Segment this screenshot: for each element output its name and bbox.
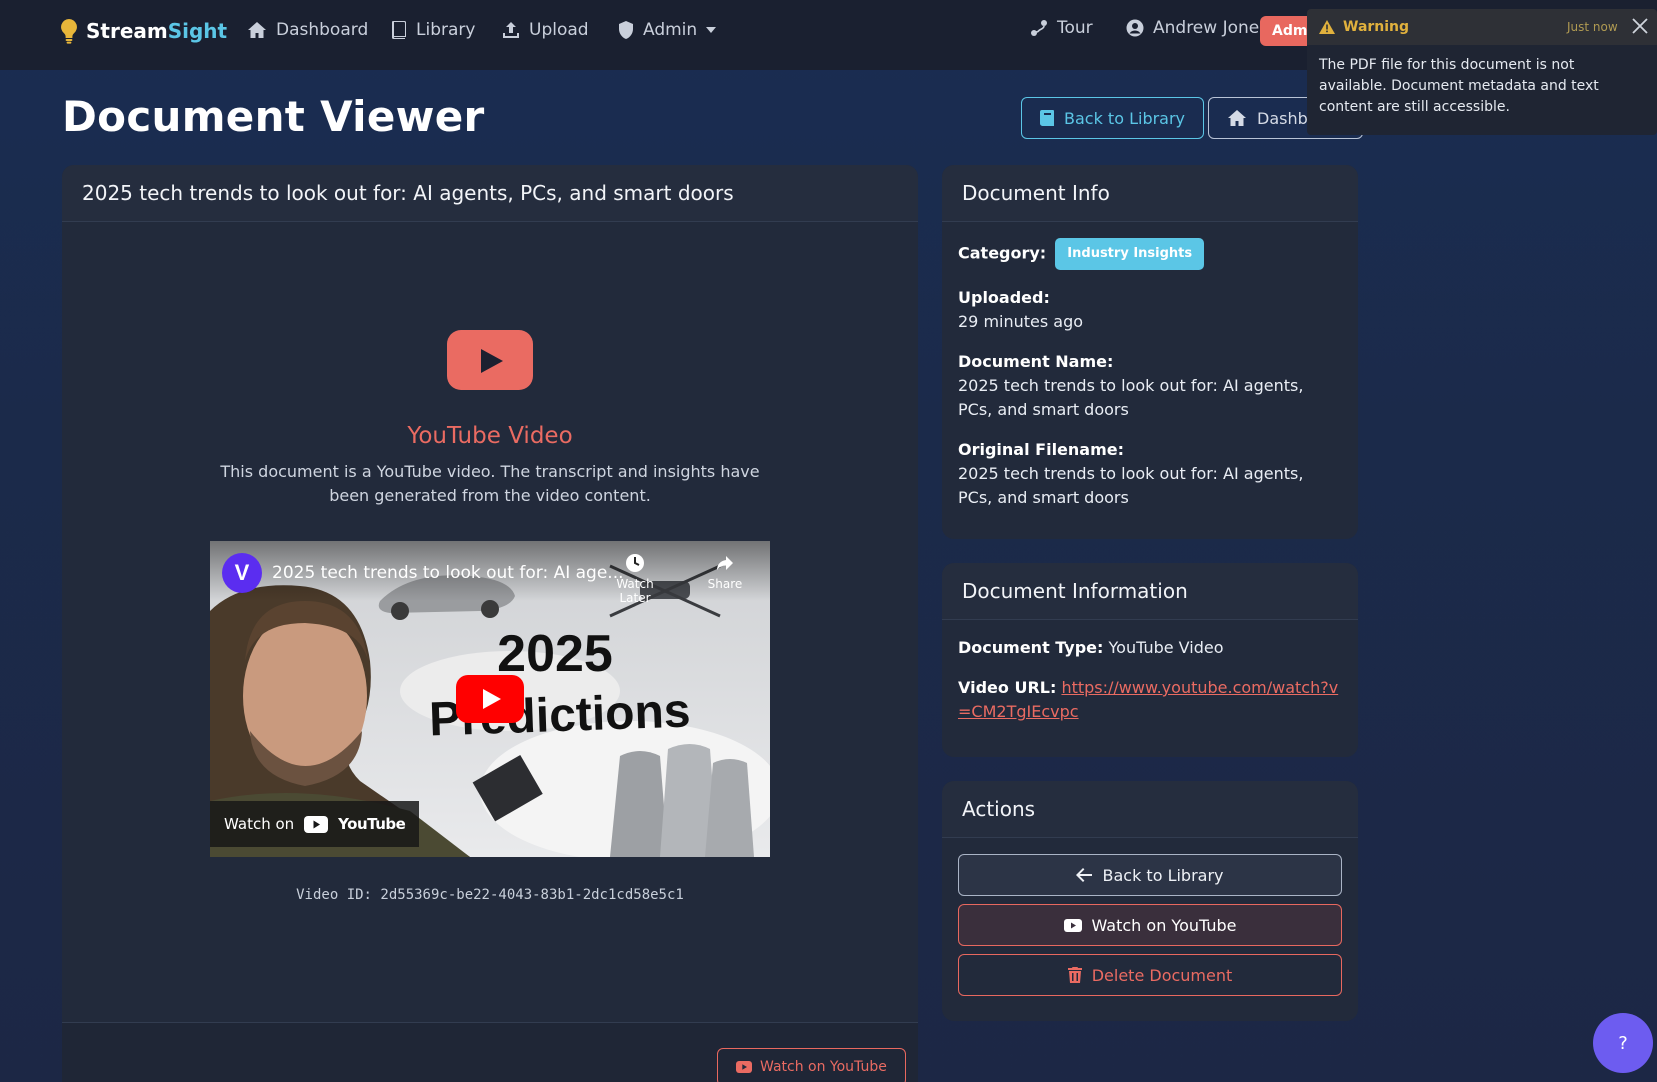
watch-later-button[interactable]: Watch Later <box>605 553 665 605</box>
youtube-icon <box>736 1061 752 1073</box>
category-row: Category: Industry Insights <box>958 238 1342 270</box>
media-type-title: YouTube Video <box>407 423 573 449</box>
original-filename-row: Original Filename: 2025 tech trends to l… <box>958 438 1342 510</box>
nav-library[interactable]: Library <box>391 20 475 40</box>
book-icon <box>392 21 406 39</box>
original-filename-value: 2025 tech trends to look out for: AI age… <box>958 464 1304 507</box>
document-info-header: Document Info <box>942 165 1358 222</box>
home-icon <box>1228 110 1246 126</box>
toast-timestamp: Just now <box>1567 20 1618 34</box>
header-back-to-library-label: Back to Library <box>1064 108 1186 128</box>
document-viewer-card: 2025 tech trends to look out for: AI age… <box>62 165 918 1082</box>
nav-user-menu[interactable]: Andrew Jones <box>1126 18 1268 38</box>
book-icon <box>1040 109 1054 126</box>
video-url-row: Video URL: https://www.youtube.com/watch… <box>958 676 1342 724</box>
video-id: Video ID: 2d55369c-be22-4043-83b1-2dc1cd… <box>296 887 684 903</box>
youtube-wordmark: YouTube <box>338 815 406 833</box>
brand-name-part1: Stream <box>86 19 168 43</box>
nav-library-label: Library <box>416 20 476 40</box>
channel-avatar[interactable]: V <box>222 553 262 593</box>
watch-later-label: Watch Later <box>616 577 654 605</box>
document-name-value: 2025 tech trends to look out for: AI age… <box>958 376 1304 419</box>
caret-down-icon <box>706 27 717 33</box>
share-button[interactable]: Share <box>705 553 745 591</box>
shield-icon <box>619 21 633 39</box>
close-icon[interactable] <box>1631 17 1649 35</box>
document-info-card: Document Info Category: Industry Insight… <box>942 165 1358 539</box>
action-watch-on-youtube-button[interactable]: Watch on YouTube <box>958 904 1342 946</box>
lightbulb-icon <box>61 19 77 44</box>
document-type-row: Document Type: YouTube Video <box>958 636 1342 660</box>
page-title: Document Viewer <box>62 92 485 141</box>
route-icon <box>1031 20 1047 36</box>
share-label: Share <box>707 577 743 591</box>
brand-name-part2: Sight <box>167 19 228 43</box>
youtube-embed-player[interactable]: 2025 Predictions V 2025 tech trends to l… <box>210 541 770 857</box>
watch-on-youtube-overlay[interactable]: Watch on YouTube <box>210 801 420 847</box>
arrow-left-icon <box>1076 868 1093 882</box>
video-url-label: Video URL: <box>958 678 1057 697</box>
action-back-to-library-label: Back to Library <box>1102 865 1224 885</box>
nav-tour-label: Tour <box>1057 18 1093 38</box>
header-back-to-library-button[interactable]: Back to Library <box>1021 97 1205 139</box>
warning-triangle-icon <box>1319 20 1335 34</box>
media-description: This document is a YouTube video. The tr… <box>220 462 760 505</box>
nav-dashboard-label: Dashboard <box>276 20 369 40</box>
uploaded-value: 29 minutes ago <box>958 312 1084 331</box>
nav-tour[interactable]: Tour <box>1030 18 1093 38</box>
user-circle-icon <box>1126 19 1144 37</box>
uploaded-row: Uploaded: 29 minutes ago <box>958 286 1342 334</box>
trash-icon <box>1067 967 1082 983</box>
nav-dashboard[interactable]: Dashboard <box>247 20 368 40</box>
action-watch-on-youtube-label: Watch on YouTube <box>1091 915 1237 935</box>
action-delete-document-label: Delete Document <box>1091 965 1233 985</box>
document-information-card: Document Information Document Type: YouT… <box>942 563 1358 757</box>
youtube-logo-icon <box>447 330 533 390</box>
upload-icon <box>503 22 519 38</box>
document-information-header: Document Information <box>942 563 1358 620</box>
category-label: Category: <box>958 243 1047 263</box>
home-icon <box>248 22 266 38</box>
brand-logo[interactable]: StreamSight <box>60 18 227 44</box>
action-back-to-library-button[interactable]: Back to Library <box>958 854 1342 896</box>
nav-upload-label: Upload <box>529 20 589 40</box>
original-filename-label: Original Filename: <box>958 440 1125 459</box>
action-delete-document-button[interactable]: Delete Document <box>958 954 1342 996</box>
play-button[interactable] <box>456 675 524 723</box>
help-button[interactable]: ? <box>1593 1013 1653 1073</box>
uploaded-label: Uploaded: <box>958 288 1050 307</box>
watch-on-label: Watch on <box>224 815 295 833</box>
youtube-icon <box>304 815 329 833</box>
clock-icon <box>626 554 644 572</box>
actions-card: Actions Back to Library Watch on YouTube… <box>942 781 1358 1021</box>
nav-admin-dropdown[interactable]: Admin <box>618 20 717 40</box>
share-icon <box>717 556 733 570</box>
nav-upload[interactable]: Upload <box>502 20 589 40</box>
document-name-row: Document Name: 2025 tech trends to look … <box>958 350 1342 422</box>
document-name-label: Document Name: <box>958 352 1114 371</box>
document-type-label: Document Type: <box>958 638 1104 657</box>
document-title: 2025 tech trends to look out for: AI age… <box>62 165 918 222</box>
footer-watch-on-youtube-button[interactable]: Watch on YouTube <box>717 1048 906 1082</box>
toast-title: Warning <box>1343 19 1410 35</box>
warning-toast: Warning Just now The PDF file for this d… <box>1307 9 1657 135</box>
youtube-icon <box>1063 918 1082 932</box>
toast-message: The PDF file for this document is not av… <box>1319 57 1599 115</box>
actions-header: Actions <box>942 781 1358 838</box>
category-badge: Industry Insights <box>1055 238 1205 270</box>
nav-admin-label: Admin <box>643 20 698 40</box>
footer-watch-on-youtube-label: Watch on YouTube <box>760 1059 887 1075</box>
video-embed-title[interactable]: 2025 tech trends to look out for: AI age… <box>272 563 624 583</box>
document-type-value: YouTube Video <box>1108 638 1224 657</box>
nav-user-name: Andrew Jones <box>1153 18 1269 38</box>
